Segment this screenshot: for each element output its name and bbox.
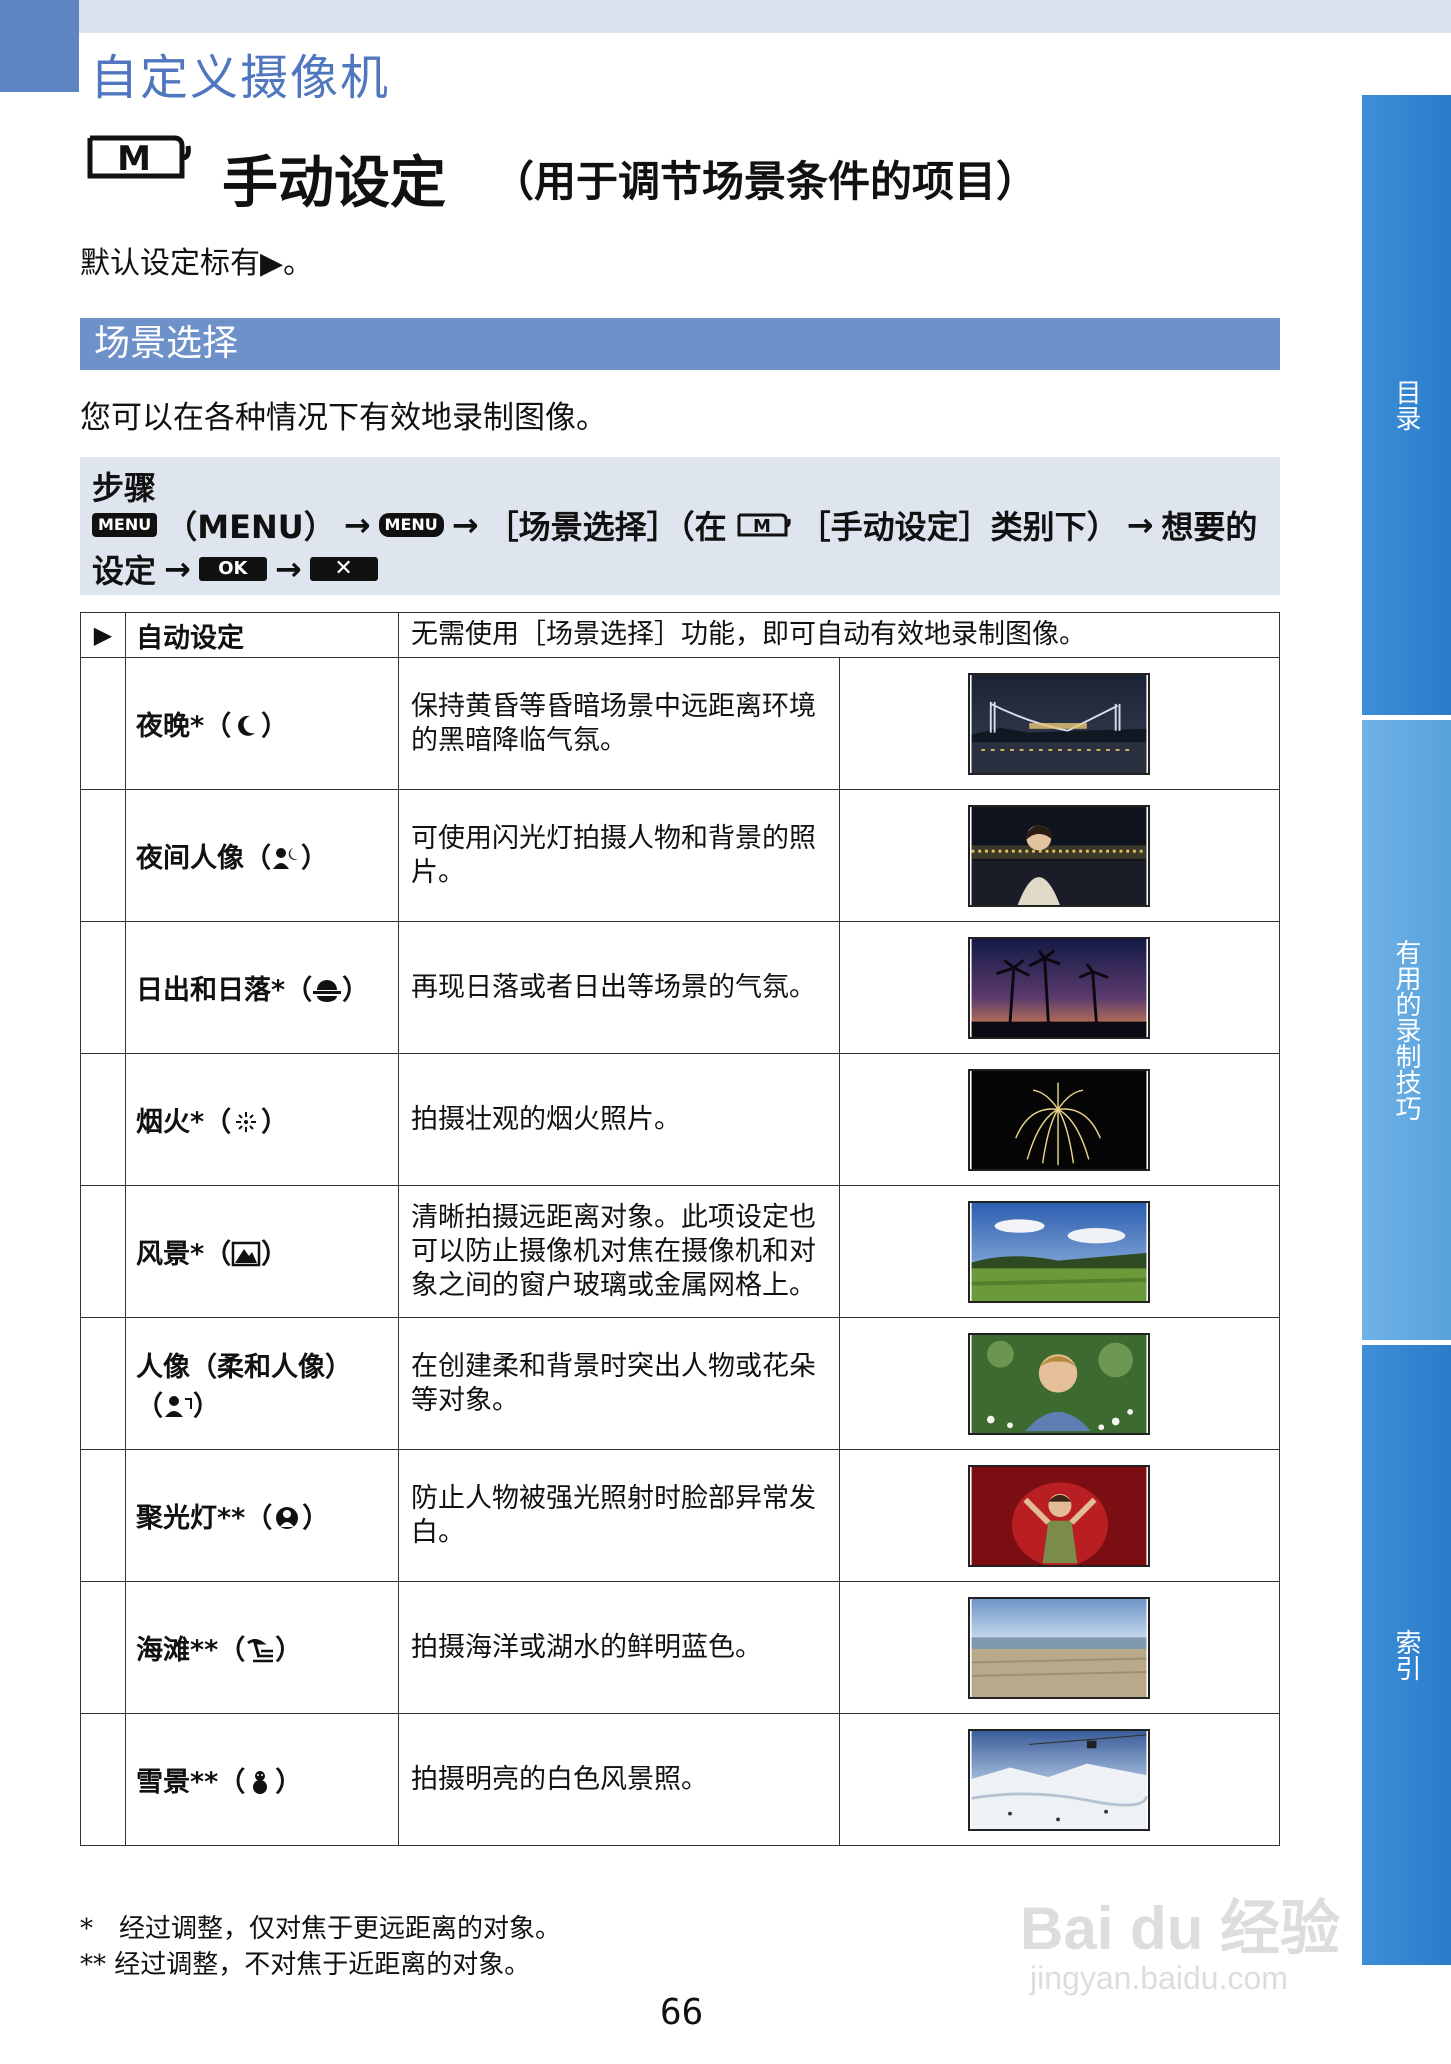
chapter-title: 自定义摄像机 — [90, 50, 391, 106]
scene-name-portrait: 人像（柔和人像）（） — [125, 1317, 399, 1450]
scene-desc: 防止人物被强光照射时脸部异常发白。 — [398, 1449, 840, 1582]
manual-mode-icon: M — [87, 135, 191, 179]
scene-name-night-portrait: 夜间人像（） — [125, 789, 399, 922]
night-portrait-thumbnail — [968, 804, 1151, 907]
arrow-icon: → — [343, 506, 371, 544]
beach-icon — [247, 1639, 274, 1663]
scene-name-night: 夜晚*（） — [125, 657, 399, 790]
steps-title: 步骤 — [92, 469, 157, 507]
mode-letter: M — [117, 139, 151, 179]
scene-desc: 拍摄壮观的烟火照片。 — [398, 1053, 840, 1186]
tab-index[interactable]: 索引 — [1362, 1345, 1451, 1965]
sunset-palms-thumbnail — [968, 936, 1151, 1039]
watermark-url: jingyan.baidu.com — [1030, 1960, 1288, 1996]
menu-text: （MENU） — [165, 508, 336, 546]
step-desired: 想要的 — [1161, 508, 1258, 546]
scene-desc: 清晰拍摄远距离对象。此项设定也可以防止摄像机对焦在摄像机和对象之间的窗户玻璃或金… — [398, 1185, 840, 1318]
moon-icon — [238, 715, 256, 736]
table-row: 风景*（） 清晰拍摄远距离对象。此项设定也可以防止摄像机对焦在摄像机和对象之间的… — [80, 1185, 1280, 1318]
table-row: 日出和日落*（） 再现日落或者日出等场景的气氛。 — [80, 921, 1280, 1054]
night-portrait-icon — [273, 848, 298, 869]
scene-name-landscape: 风景*（） — [125, 1185, 399, 1318]
scene-table: ▶ 自动设定 无需使用［场景选择］功能，即可自动有效地录制图像。 夜晚*（） 保… — [80, 612, 1280, 1846]
table-row: 人像（柔和人像）（） 在创建柔和背景时突出人物或花朵等对象。 — [80, 1317, 1280, 1450]
default-note: 默认设定标有▶。 — [80, 246, 314, 281]
manual-mode-small-icon: M — [737, 513, 791, 537]
tab-contents[interactable]: 目录 — [1362, 95, 1451, 715]
footnote-1: * 经过调整，仅对焦于更远距离的对象。 — [80, 1914, 562, 1944]
ok-button-icon: OK — [198, 557, 267, 581]
menu-button-icon: MENU — [92, 513, 158, 537]
fireworks-thumbnail — [968, 1068, 1151, 1171]
spotlight-thumbnail — [968, 1464, 1151, 1567]
arrow-icon: → — [274, 550, 302, 588]
arrow-icon: → — [451, 506, 479, 544]
steps-box: 步骤 MENU （MENU） → MENU → ［场景选择］（在 M ［手动设定… — [80, 457, 1280, 595]
watermark-logo: Bai du 经验 — [1020, 1895, 1341, 1962]
top-accent-block — [0, 0, 79, 92]
step-manual-category: ［手动设定］类别下） — [798, 508, 1119, 546]
scene-desc: 拍摄明亮的白色风景照。 — [398, 1713, 840, 1846]
sunset-icon — [313, 980, 342, 1002]
table-row: 海滩**（） 拍摄海洋或湖水的鲜明蓝色。 — [80, 1581, 1280, 1714]
section-intro: 您可以在各种情况下有效地录制图像。 — [80, 400, 607, 436]
svg-text:M: M — [753, 516, 771, 537]
scene-desc: 拍摄海洋或湖水的鲜明蓝色。 — [398, 1581, 840, 1714]
table-row: 聚光灯**（） 防止人物被强光照射时脸部异常发白。 — [80, 1449, 1280, 1582]
portrait-thumbnail — [968, 1332, 1151, 1435]
home-menu-icon: MENU — [378, 513, 444, 537]
arrow-icon: → — [164, 550, 191, 588]
scene-name-sunset: 日出和日落*（） — [125, 921, 399, 1054]
page-title: 手动设定 — [222, 151, 446, 216]
scene-desc: 保持黄昏等昏暗场景中远距离环境的黑暗降临气氛。 — [398, 657, 840, 790]
steps-line-2: 设定 → OK → ✕ — [92, 547, 1268, 591]
page-subtitle: （用于调节场景条件的项目） — [492, 157, 1039, 206]
scene-desc: 无需使用［场景选择］功能，即可自动有效地录制图像。 — [398, 612, 1280, 658]
portrait-icon — [165, 1395, 192, 1417]
beach-thumbnail — [968, 1596, 1151, 1699]
table-row: 夜晚*（） 保持黄昏等昏暗场景中远距离环境的黑暗降临气氛。 — [80, 657, 1280, 790]
step-setting: 设定 — [92, 552, 157, 590]
landscape-icon — [231, 1241, 261, 1267]
scene-name: 自动设定 — [125, 612, 399, 658]
table-row: 烟火*（） 拍摄壮观的烟火照片。 — [80, 1053, 1280, 1186]
scene-name-snow: 雪景**（） — [125, 1713, 399, 1846]
arrow-icon: → — [1126, 506, 1154, 544]
table-row: ▶ 自动设定 无需使用［场景选择］功能，即可自动有效地录制图像。 — [80, 612, 1280, 658]
snow-icon — [253, 1771, 268, 1794]
fireworks-icon — [236, 1112, 257, 1132]
spotlight-icon — [276, 1507, 299, 1529]
default-mark: ▶ — [80, 612, 126, 658]
scene-name-fireworks: 烟火*（） — [125, 1053, 399, 1186]
scene-desc: 在创建柔和背景时突出人物或花朵等对象。 — [398, 1317, 840, 1450]
page-number: 66 — [660, 1992, 704, 2033]
snow-thumbnail — [968, 1728, 1151, 1831]
step-scene-select: ［场景选择］（在 — [486, 508, 727, 546]
scene-desc: 再现日落或者日出等场景的气氛。 — [398, 921, 840, 1054]
steps-line-1: MENU （MENU） → MENU → ［场景选择］（在 M ［手动设定］类别… — [92, 503, 1268, 547]
landscape-thumbnail — [968, 1200, 1151, 1303]
footnote-2: ** 经过调整，不对焦于近距离的对象。 — [80, 1950, 531, 1980]
scene-desc: 可使用闪光灯拍摄人物和背景的照片。 — [398, 789, 840, 922]
tab-recording-tips[interactable]: 有用的录制技巧 — [1362, 720, 1451, 1340]
close-button-icon: ✕ — [309, 557, 378, 581]
section-header: 场景选择 — [80, 318, 1280, 370]
table-row: 夜间人像（） 可使用闪光灯拍摄人物和背景的照片。 — [80, 789, 1280, 922]
night-bridge-thumbnail — [968, 672, 1151, 775]
scene-name-beach: 海滩**（） — [125, 1581, 399, 1714]
top-band — [0, 0, 1451, 33]
table-row: 雪景**（） 拍摄明亮的白色风景照。 — [80, 1713, 1280, 1846]
scene-name-spotlight: 聚光灯**（） — [125, 1449, 399, 1582]
